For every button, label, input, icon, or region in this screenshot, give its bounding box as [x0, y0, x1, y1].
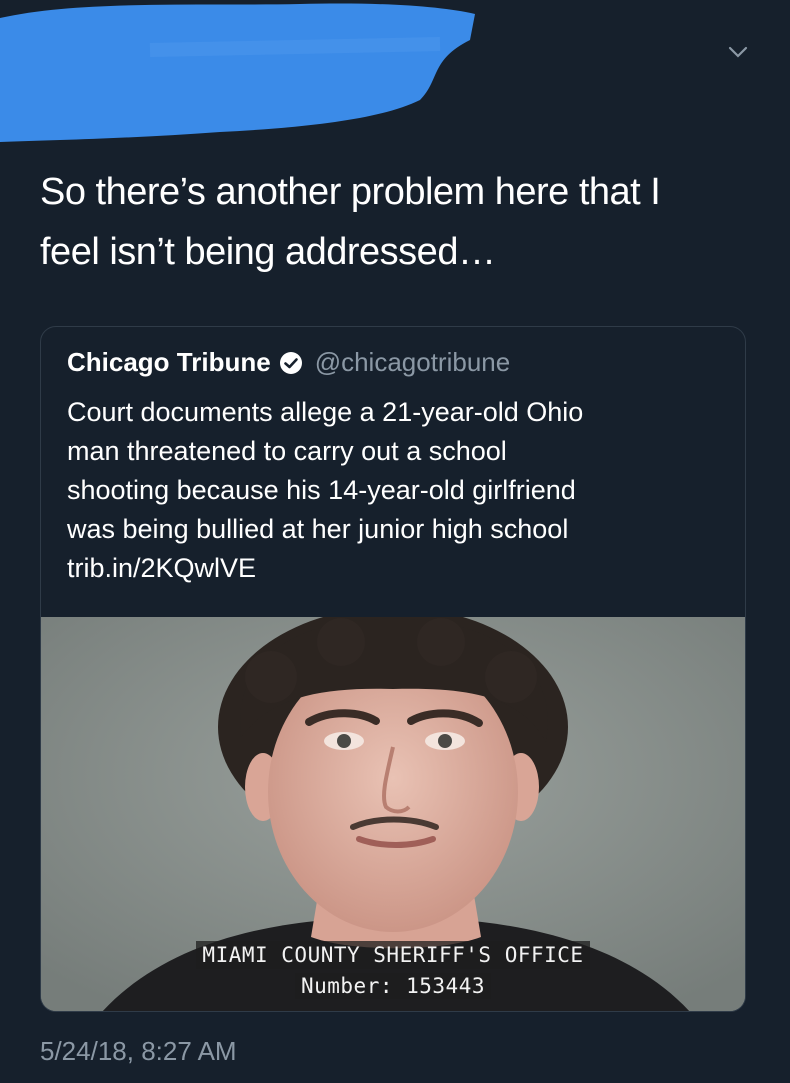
quoted-tweet-text: Court documents allege a 21-year-old Ohi… [67, 393, 727, 588]
tweet-text: So there’s another problem here that I f… [40, 162, 740, 282]
tweet-timestamp[interactable]: 5/24/18, 8:27 AM [40, 1036, 237, 1067]
quoted-tweet-card[interactable]: Chicago Tribune @chicagotribune Court do… [40, 326, 746, 1012]
mugshot-image[interactable]: MIAMI COUNTY SHERIFF'S OFFICE Number: 15… [41, 617, 745, 1011]
verified-badge-icon [279, 351, 303, 375]
quoted-link[interactable]: trib.in/2KQwlVE [67, 549, 727, 588]
quoted-tweet-header: Chicago Tribune @chicagotribune [67, 347, 510, 378]
mugshot-caption: MIAMI COUNTY SHERIFF'S OFFICE Number: 15… [137, 941, 649, 1001]
tweet-text-line: So there’s another problem here that I [40, 171, 661, 213]
redaction-scribble [0, 3, 475, 143]
quoted-text-line: Court documents allege a 21-year-old Ohi… [67, 397, 584, 427]
tweet-text-line: feel isn’t being addressed… [40, 231, 496, 273]
quoted-text-line: shooting because his 14-year-old girlfri… [67, 475, 576, 505]
quoted-author-name[interactable]: Chicago Tribune [67, 347, 271, 378]
caption-agency: MIAMI COUNTY SHERIFF'S OFFICE [196, 941, 590, 969]
quoted-text-line: man threatened to carry out a school [67, 436, 507, 466]
chevron-down-icon[interactable] [726, 40, 750, 64]
caption-number: Number: 153443 [294, 973, 491, 999]
quoted-text-line: was being bullied at her junior high sch… [67, 514, 569, 544]
quoted-author-handle[interactable]: @chicagotribune [315, 347, 511, 378]
